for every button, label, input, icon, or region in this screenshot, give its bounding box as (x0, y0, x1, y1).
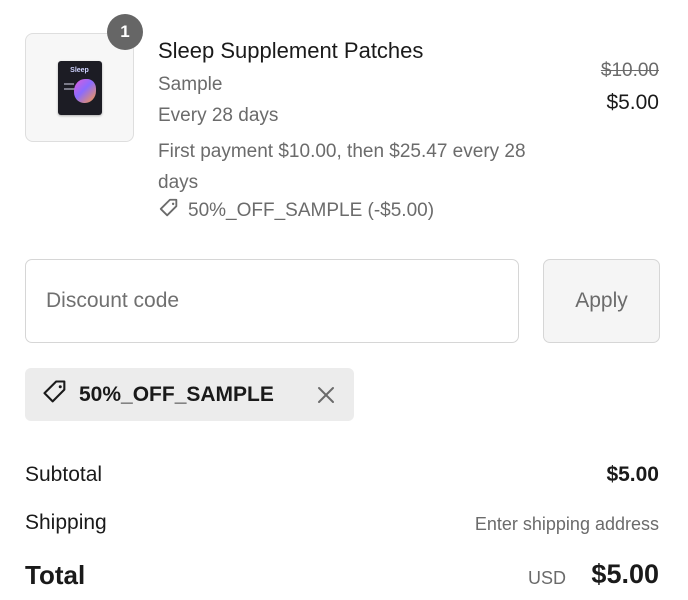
apply-discount-button[interactable]: Apply (543, 259, 660, 343)
product-thumbnail: Sleep (25, 33, 134, 142)
payment-terms: First payment $10.00, then $25.47 every … (158, 141, 526, 193)
tag-icon (41, 378, 69, 411)
line-item-discount-label: 50%_OFF_SAMPLE (-$5.00) (188, 200, 435, 221)
line-item-discount: 50%_OFF_SAMPLE (-$5.00) (158, 197, 434, 225)
quantity-badge: 1 (107, 14, 143, 50)
product-variant: Sample (158, 74, 223, 95)
close-icon[interactable] (312, 381, 340, 409)
tag-icon (158, 197, 180, 225)
product-title: Sleep Supplement Patches (158, 38, 424, 63)
total-currency: USD (527, 568, 566, 588)
product-image: Sleep (57, 60, 102, 115)
total-label: Total (25, 560, 86, 590)
applied-discount-tag: 50%_OFF_SAMPLE (25, 368, 354, 421)
line-item: Sleep 1 Sleep Supplement Patches Sample … (0, 0, 688, 240)
applied-discount-code: 50%_OFF_SAMPLE (79, 382, 274, 406)
shipping-value: Enter shipping address (474, 514, 659, 534)
product-image-label: Sleep (70, 66, 89, 74)
shipping-label: Shipping (25, 511, 107, 534)
original-price: $10.00 (600, 60, 659, 81)
subscription-interval: Every 28 days (158, 105, 279, 126)
subtotal-label: Subtotal (25, 463, 103, 486)
total-value: $5.00 (591, 559, 659, 589)
subtotal-value: $5.00 (606, 463, 659, 486)
discounted-price: $5.00 (606, 91, 659, 114)
discount-code-input[interactable] (25, 259, 519, 343)
